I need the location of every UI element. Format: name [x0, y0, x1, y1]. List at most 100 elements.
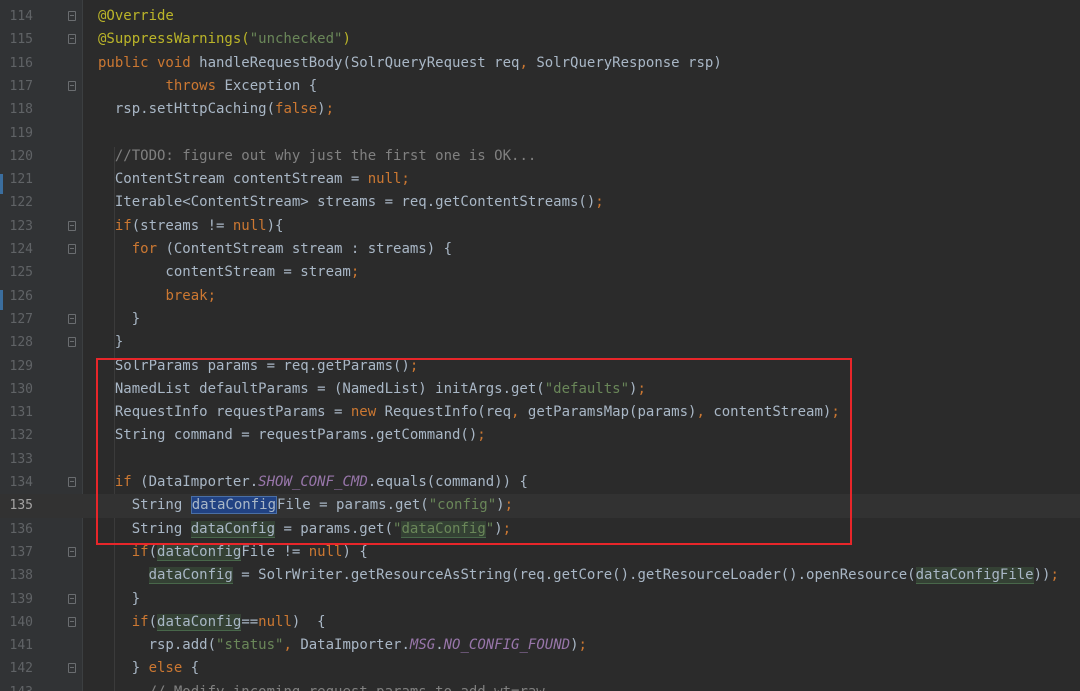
line-number: 142	[9, 661, 33, 677]
line-number: 141	[9, 638, 33, 654]
code-text[interactable]: dataConfig = SolrWriter.getResourceAsStr…	[98, 564, 1059, 587]
line-number: 140	[9, 614, 33, 630]
code-text[interactable]: throws Exception {	[98, 75, 317, 98]
line-number: 121	[9, 172, 33, 188]
line-number: 124	[9, 242, 33, 257]
line-number: 116	[9, 55, 33, 71]
code-text[interactable]: }	[98, 588, 140, 611]
line-number: 132	[9, 428, 33, 444]
line-number: 133	[9, 451, 33, 467]
code-line[interactable]: 127 }	[0, 308, 1080, 331]
code-text[interactable]: if(streams != null){	[98, 215, 284, 238]
code-text[interactable]: RequestInfo requestParams = new RequestI…	[98, 401, 840, 424]
code-line[interactable]: 132 String command = requestParams.getCo…	[0, 424, 1080, 447]
code-line[interactable]: 141 rsp.add("status", DataImporter.MSG.N…	[0, 634, 1080, 657]
code-text[interactable]: for (ContentStream stream : streams) {	[98, 238, 452, 261]
line-number: 137	[9, 544, 33, 560]
code-line[interactable]: 122 Iterable<ContentStream> streams = re…	[0, 191, 1080, 214]
code-text[interactable]: break;	[98, 285, 216, 308]
fold-toggle-icon[interactable]	[68, 244, 76, 254]
code-text[interactable]: SolrParams params = req.getParams();	[98, 355, 418, 378]
code-line[interactable]: 119	[0, 122, 1080, 145]
line-number: 118	[9, 102, 33, 118]
code-text[interactable]: contentStream = stream;	[98, 261, 359, 284]
line-number: 126	[9, 288, 33, 304]
code-line[interactable]: 129 SolrParams params = req.getParams();	[0, 355, 1080, 378]
code-text[interactable]: if(dataConfig==null) {	[98, 611, 326, 634]
code-text[interactable]: NamedList defaultParams = (NamedList) in…	[98, 378, 646, 401]
line-number: 139	[9, 591, 33, 607]
line-number: 119	[9, 125, 33, 141]
code-line[interactable]: 120 //TODO: figure out why just the firs…	[0, 145, 1080, 168]
line-number: 117	[9, 78, 33, 94]
line-number: 127	[9, 311, 33, 327]
fold-toggle-icon[interactable]	[68, 80, 76, 91]
code-text[interactable]: } else {	[98, 657, 199, 680]
line-number: 130	[9, 381, 33, 397]
fold-toggle-icon[interactable]	[68, 337, 76, 348]
fold-toggle-icon[interactable]	[68, 593, 76, 604]
code-line[interactable]: 140 if(dataConfig==null) {	[0, 611, 1080, 634]
code-line[interactable]: 142 } else {	[0, 657, 1080, 680]
code-line[interactable]: 137 if(dataConfigFile != null) {	[0, 541, 1080, 564]
code-text[interactable]: }	[98, 331, 123, 354]
code-text[interactable]: rsp.setHttpCaching(false);	[98, 98, 334, 121]
code-line[interactable]: 118 rsp.setHttpCaching(false);	[0, 98, 1080, 121]
code-text[interactable]: @SuppressWarnings("unchecked")	[98, 28, 351, 51]
code-text[interactable]: if(dataConfigFile != null) {	[98, 541, 368, 564]
line-number: 128	[9, 335, 33, 351]
code-text[interactable]: @Override	[98, 5, 174, 28]
line-number: 122	[9, 195, 33, 211]
code-line[interactable]: 128 }	[0, 331, 1080, 354]
fold-toggle-icon[interactable]	[68, 546, 76, 557]
fold-toggle-icon[interactable]	[68, 313, 76, 324]
code-line[interactable]: 124 for (ContentStream stream : streams)…	[0, 238, 1080, 261]
fold-toggle-icon[interactable]	[68, 11, 76, 21]
code-line[interactable]: 121 ContentStream contentStream = null;	[0, 168, 1080, 191]
code-line[interactable]: 126 break;	[0, 285, 1080, 308]
code-line[interactable]: 116 public void handleRequestBody(SolrQue…	[0, 52, 1080, 75]
code-line[interactable]: 131 RequestInfo requestParams = new Requ…	[0, 401, 1080, 424]
code-text[interactable]: String dataConfig = params.get("dataConf…	[98, 518, 511, 541]
code-text[interactable]: }	[98, 308, 140, 331]
code-line[interactable]: 139 }	[0, 588, 1080, 611]
line-number: 123	[9, 218, 33, 234]
line-number: 134	[9, 475, 33, 490]
code-line[interactable]: 125 contentStream = stream;	[0, 261, 1080, 284]
code-line[interactable]: 138 dataConfig = SolrWriter.getResourceA…	[0, 564, 1080, 587]
code-editor[interactable]: 114 @Override 115 @SuppressWarnings("unchec…	[0, 0, 1080, 691]
line-number: 115	[9, 32, 33, 48]
fold-toggle-icon[interactable]	[68, 616, 76, 627]
code-text[interactable]: public void handleRequestBody(SolrQueryR…	[98, 52, 722, 75]
code-text[interactable]: ContentStream contentStream = null;	[98, 168, 410, 191]
code-line[interactable]: 135 String dataConfigFile = params.get("…	[0, 494, 1080, 518]
code-line[interactable]: 114 @Override	[0, 5, 1080, 28]
line-number: 120	[9, 148, 33, 164]
line-number: 129	[9, 358, 33, 374]
code-line[interactable]: 130 NamedList defaultParams = (NamedList…	[0, 378, 1080, 401]
code-text[interactable]: if (DataImporter.SHOW_CONF_CMD.equals(co…	[98, 471, 528, 494]
line-number: 125	[9, 265, 33, 281]
line-number: 138	[9, 568, 33, 584]
code-text[interactable]: String command = requestParams.getComman…	[98, 424, 486, 447]
code-line[interactable]: 117 throws Exception {	[0, 75, 1080, 98]
code-text[interactable]: //TODO: figure out why just the first on…	[98, 145, 536, 168]
line-number: 136	[9, 521, 33, 537]
code-text[interactable]: rsp.add("status", DataImporter.MSG.NO_CO…	[98, 634, 587, 657]
line-number: 135	[9, 498, 33, 514]
code-text[interactable]: // Modify incoming request params to add…	[98, 681, 545, 691]
fold-toggle-icon[interactable]	[68, 34, 76, 45]
fold-toggle-icon[interactable]	[68, 477, 76, 487]
code-line[interactable]: 115 @SuppressWarnings("unchecked")	[0, 28, 1080, 51]
fold-toggle-icon[interactable]	[68, 220, 76, 231]
line-number: 114	[9, 9, 33, 24]
code-line[interactable]: 123 if(streams != null){	[0, 215, 1080, 238]
code-text[interactable]: String dataConfigFile = params.get("conf…	[98, 494, 513, 517]
code-line[interactable]: 143 // Modify incoming request params to…	[0, 681, 1080, 691]
code-line[interactable]: 134 if (DataImporter.SHOW_CONF_CMD.equal…	[0, 471, 1080, 494]
code-line[interactable]: 136 String dataConfig = params.get("data…	[0, 518, 1080, 541]
line-number: 131	[9, 405, 33, 421]
code-text[interactable]: Iterable<ContentStream> streams = req.ge…	[98, 191, 604, 214]
code-line[interactable]: 133	[0, 448, 1080, 471]
fold-toggle-icon[interactable]	[68, 663, 76, 674]
